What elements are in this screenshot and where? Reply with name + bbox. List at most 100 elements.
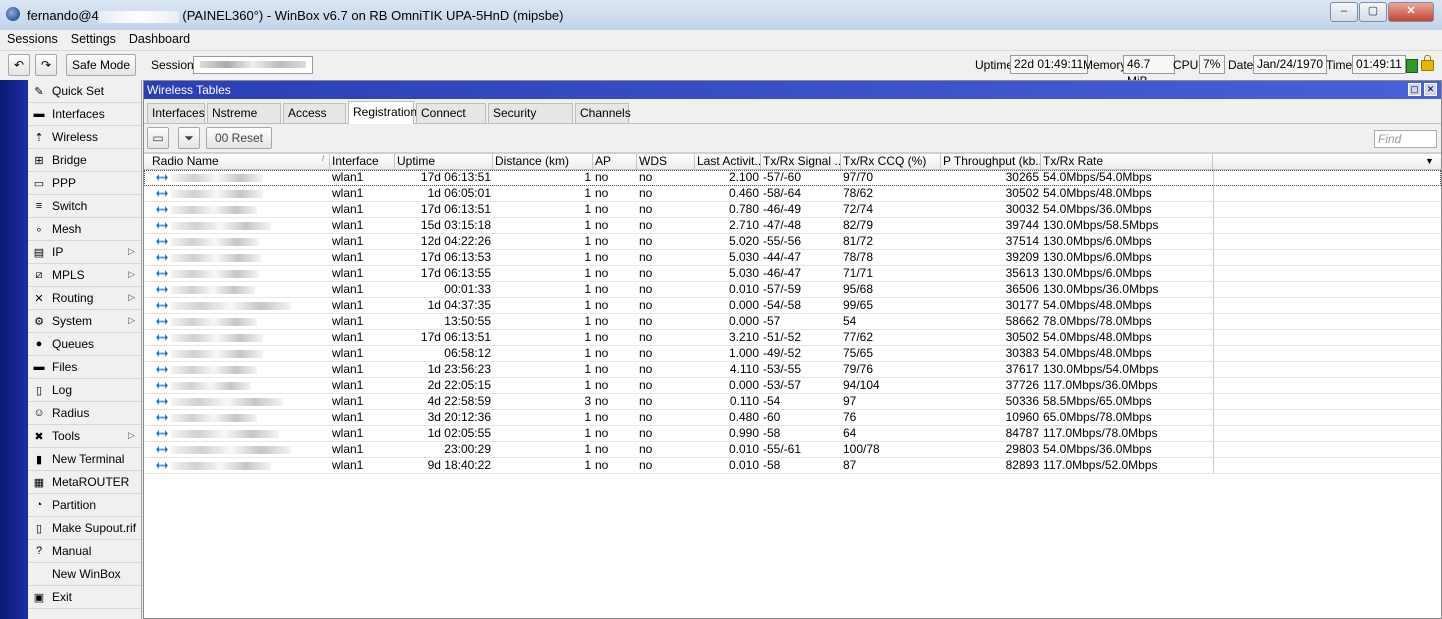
redacted-radio-name — [171, 381, 251, 390]
column-header-radio-name[interactable]: Radio Name — [150, 154, 330, 169]
sidebar-item-mesh[interactable]: ∘ Mesh — [28, 218, 141, 241]
table-row[interactable]: wlan1 9d 18:40:22 1 no no 0.010 -58 87 82893 117.… — [144, 458, 1441, 474]
cell-p-throughput-kb: 36506 — [1005, 282, 1039, 296]
table-row[interactable]: wlan1 06:58:12 1 no no 1.000 -49/-52 75/65 30383… — [144, 346, 1441, 362]
close-button[interactable]: ✕ — [1388, 2, 1434, 22]
sidebar-item-system[interactable]: ⚙ System ▷ — [28, 310, 141, 333]
routing-icon: ✕ — [34, 292, 44, 305]
reset-label: Reset — [231, 131, 264, 145]
filter-button[interactable]: ⏷ — [178, 127, 200, 149]
cell-interface: wlan1 — [332, 298, 364, 312]
sidebar-item-make-supout-rif[interactable]: ▯ Make Supout.rif — [28, 517, 141, 540]
table-row[interactable]: wlan1 17d 06:13:51 1 no no 2.100 -57/-60 97/70 3… — [144, 170, 1441, 186]
table-row[interactable]: wlan1 1d 06:05:01 1 no no 0.460 -58/-64 78/62 30… — [144, 186, 1441, 202]
table-row[interactable]: wlan1 17d 06:13:55 1 no no 5.030 -46/-47 71/71 3… — [144, 266, 1441, 282]
registration-client-icon — [156, 286, 168, 294]
wireless-tables-window: Wireless Tables ▢ ✕ InterfacesNstreme Du… — [143, 80, 1442, 619]
sidebar-item-wireless[interactable]: ⇡ Wireless — [28, 126, 141, 149]
table-row[interactable]: wlan1 23:00:29 1 no no 0.010 -55/-61 100/78 2980… — [144, 442, 1441, 458]
sidebar-item-interfaces[interactable]: ▬ Interfaces — [28, 103, 141, 126]
sidebar-item-label: Queues — [52, 337, 95, 351]
redo-button[interactable]: ↷ — [35, 54, 57, 76]
table-row[interactable]: wlan1 15d 03:15:18 1 no no 2.710 -47/-48 82/79 3… — [144, 218, 1441, 234]
tab-security-profiles[interactable]: Security Profiles — [488, 103, 573, 139]
cell-tx-rx-rate: 54.0Mbps/36.0Mbps — [1043, 202, 1152, 216]
cell-distance-km: 1 — [584, 330, 591, 344]
table-row[interactable]: wlan1 17d 06:13:53 1 no no 5.030 -44/-47 78/78 3… — [144, 250, 1441, 266]
maximize-button[interactable]: ▢ — [1359, 2, 1387, 22]
cell-tx-rx-rate: 130.0Mbps/54.0Mbps — [1043, 362, 1159, 376]
reset-button[interactable]: 00 Reset — [206, 127, 272, 149]
sidebar-item-exit[interactable]: ▣ Exit — [28, 586, 141, 609]
minus-icon: ▭ — [152, 131, 164, 145]
table-row[interactable]: wlan1 4d 22:58:59 3 no no 0.110 -54 97 50336 58.5… — [144, 394, 1441, 410]
tab-access-list[interactable]: Access List — [283, 103, 346, 139]
mpls-icon: ⧄ — [35, 268, 43, 281]
sidebar-item-quick-set[interactable]: ✎ Quick Set — [28, 80, 141, 103]
registration-client-icon — [156, 430, 168, 438]
tab-nstreme-dual[interactable]: Nstreme Dual — [207, 103, 281, 139]
sidebar-item-bridge[interactable]: ⊞ Bridge — [28, 149, 141, 172]
table-row[interactable]: wlan1 17d 06:13:51 1 no no 3.210 -51/-52 77/62 3… — [144, 330, 1441, 346]
sidebar-item-log[interactable]: ▯ Log — [28, 379, 141, 402]
find-input[interactable]: Find — [1374, 130, 1437, 148]
sidebar-item-routing[interactable]: ✕ Routing ▷ — [28, 287, 141, 310]
registration-client-icon — [156, 334, 168, 342]
sidebar-item-switch[interactable]: ≡ Switch — [28, 195, 141, 218]
sidebar-item-manual[interactable]: ? Manual — [28, 540, 141, 563]
cell-tx-rx-signal: -60 — [763, 410, 781, 424]
table-row[interactable]: wlan1 2d 22:05:15 1 no no 0.000 -53/-57 94/104 3… — [144, 378, 1441, 394]
remove-button[interactable]: ▭ — [147, 127, 169, 149]
safe-mode-button[interactable]: Safe Mode — [66, 54, 136, 76]
cell-wds: no — [639, 170, 653, 184]
sidebar-item-metarouter[interactable]: ▦ MetaROUTER — [28, 471, 141, 494]
menu-sessions[interactable]: Sessions — [0, 30, 64, 46]
sidebar-item-new-terminal[interactable]: ▮ New Terminal — [28, 448, 141, 471]
tab-connect-list[interactable]: Connect List — [416, 103, 486, 139]
tab-interfaces[interactable]: Interfaces — [147, 103, 205, 123]
menu-dashboard[interactable]: Dashboard — [122, 30, 196, 46]
column-chooser-icon[interactable]: ▼ — [1423, 154, 1437, 169]
sidebar-item-radius[interactable]: ☺ Radius — [28, 402, 141, 425]
cell-tx-rx-rate: 54.0Mbps/36.0Mbps — [1043, 442, 1152, 456]
cell-ap: no — [595, 394, 609, 408]
sidebar-item-queues[interactable]: ● Queues — [28, 333, 141, 356]
cell-interface: wlan1 — [332, 170, 364, 184]
registration-client-icon — [156, 302, 168, 310]
window-restore-icon[interactable]: ▢ — [1408, 83, 1421, 96]
cell-distance-km: 1 — [584, 426, 591, 440]
table-row[interactable]: wlan1 1d 04:37:35 1 no no 0.000 -54/-58 99/65 30… — [144, 298, 1441, 314]
sidebar-item-mpls[interactable]: ⧄ MPLS ▷ — [28, 264, 141, 287]
cell-radio-name — [150, 426, 330, 441]
undo-button[interactable]: ↶ — [8, 54, 30, 76]
redacted-radio-name — [171, 221, 271, 230]
sidebar-item-partition[interactable]: ◔ Partition — [28, 494, 141, 517]
tab-registration[interactable]: Registration — [348, 101, 417, 124]
minimize-button[interactable]: – — [1330, 2, 1358, 22]
cell-distance-km: 1 — [584, 250, 591, 264]
table-row[interactable]: wlan1 13:50:55 1 no no 0.000 -57 54 58662 78.0Mbp… — [144, 314, 1441, 330]
sidebar-item-tools[interactable]: ✖ Tools ▷ — [28, 425, 141, 448]
sidebar-item-files[interactable]: ▬ Files — [28, 356, 141, 379]
table-row[interactable]: wlan1 3d 20:12:36 1 no no 0.480 -60 76 10960 65.0… — [144, 410, 1441, 426]
session-field[interactable] — [193, 56, 313, 74]
cell-tx-rx-ccq: 87 — [843, 458, 857, 472]
menu-settings[interactable]: Settings — [64, 30, 122, 46]
table-row[interactable]: wlan1 00:01:33 1 no no 0.010 -57/-59 95/68 36506… — [144, 282, 1441, 298]
table-row[interactable]: wlan1 1d 23:56:23 1 no no 4.110 -53/-55 79/76 37… — [144, 362, 1441, 378]
sidebar: ✎ Quick Set ▬ Interfaces ⇡ Wireless ⊞ Bridge ▭ PP… — [28, 80, 142, 619]
table-row[interactable]: wlan1 1d 02:05:55 1 no no 0.990 -58 64 84787 117.… — [144, 426, 1441, 442]
sidebar-item-ip[interactable]: ▤ IP ▷ — [28, 241, 141, 264]
cell-uptime: 23:00:29 — [444, 442, 491, 456]
cell-interface: wlan1 — [332, 266, 364, 280]
cell-last-activit: 0.110 — [729, 394, 759, 408]
redacted-radio-name — [171, 253, 261, 262]
sidebar-item-new-winbox[interactable]: New WinBox — [28, 563, 141, 586]
window-close-icon[interactable]: ✕ — [1424, 83, 1437, 96]
cell-last-activit: 0.000 — [728, 298, 759, 312]
cell-uptime: 3d 20:12:36 — [427, 410, 491, 424]
table-row[interactable]: wlan1 17d 06:13:51 1 no no 0.780 -46/-49 72/74 3… — [144, 202, 1441, 218]
sidebar-item-ppp[interactable]: ▭ PPP — [28, 172, 141, 195]
table-row[interactable]: wlan1 12d 04:22:26 1 no no 5.020 -55/-56 81/72 3… — [144, 234, 1441, 250]
tab-channels[interactable]: Channels — [575, 103, 631, 123]
